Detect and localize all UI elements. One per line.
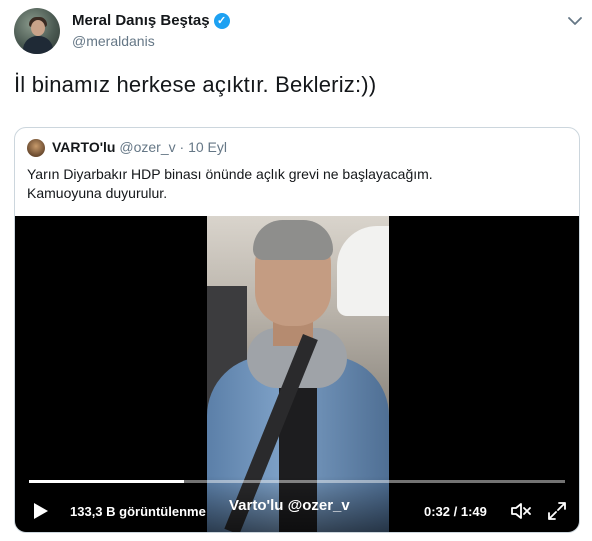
tweet-text: İl binamız herkese açıktır. Bekleriz:)) <box>14 72 377 97</box>
fullscreen-icon[interactable] <box>545 499 569 523</box>
quoted-author-avatar <box>27 139 45 157</box>
quoted-text-line: Kamuoyuna duyurulur. <box>27 185 168 201</box>
chevron-down-icon[interactable] <box>566 12 584 30</box>
quoted-text-line: Yarın Diyarbakır HDP binası önünde açlık… <box>27 166 433 182</box>
quoted-tweet-date: 10 Eyl <box>188 139 227 155</box>
avatar-body <box>23 36 53 54</box>
play-icon[interactable] <box>29 500 51 522</box>
video-time: 0:32 / 1:49 <box>424 504 487 519</box>
car-window <box>337 226 389 316</box>
quoted-tweet-card[interactable]: VARTO'lu @ozer_v · 10 Eyl Yarın Diyarbak… <box>14 127 580 533</box>
video-watermark: Varto'lu @ozer_v <box>229 497 350 514</box>
author-name-row: Meral Danış Beştaş ✓ <box>72 12 230 29</box>
video-player[interactable]: 133,3 B görüntülenme Varto'lu @ozer_v 0:… <box>15 216 579 532</box>
author-handle[interactable]: @meraldanis <box>72 33 155 49</box>
author-name[interactable]: Meral Danış Beştaş <box>72 12 210 29</box>
person-hair <box>253 220 333 260</box>
quoted-author-name: VARTO'lu <box>52 139 116 155</box>
quoted-tweet-text: Yarın Diyarbakır HDP binası önünde açlık… <box>27 165 567 203</box>
muted-speaker-icon[interactable] <box>509 499 533 523</box>
view-count: 133,3 B görüntülenme <box>70 504 206 519</box>
video-progress-fill <box>29 480 185 483</box>
avatar-face <box>31 20 45 36</box>
verified-badge-icon: ✓ <box>213 12 230 29</box>
header-separator: · <box>175 139 189 155</box>
video-progress-bar[interactable] <box>29 480 565 483</box>
quoted-tweet-header: VARTO'lu @ozer_v · 10 Eyl <box>52 139 227 155</box>
quoted-author-handle: @ozer_v <box>119 139 176 155</box>
author-avatar[interactable] <box>14 8 60 54</box>
